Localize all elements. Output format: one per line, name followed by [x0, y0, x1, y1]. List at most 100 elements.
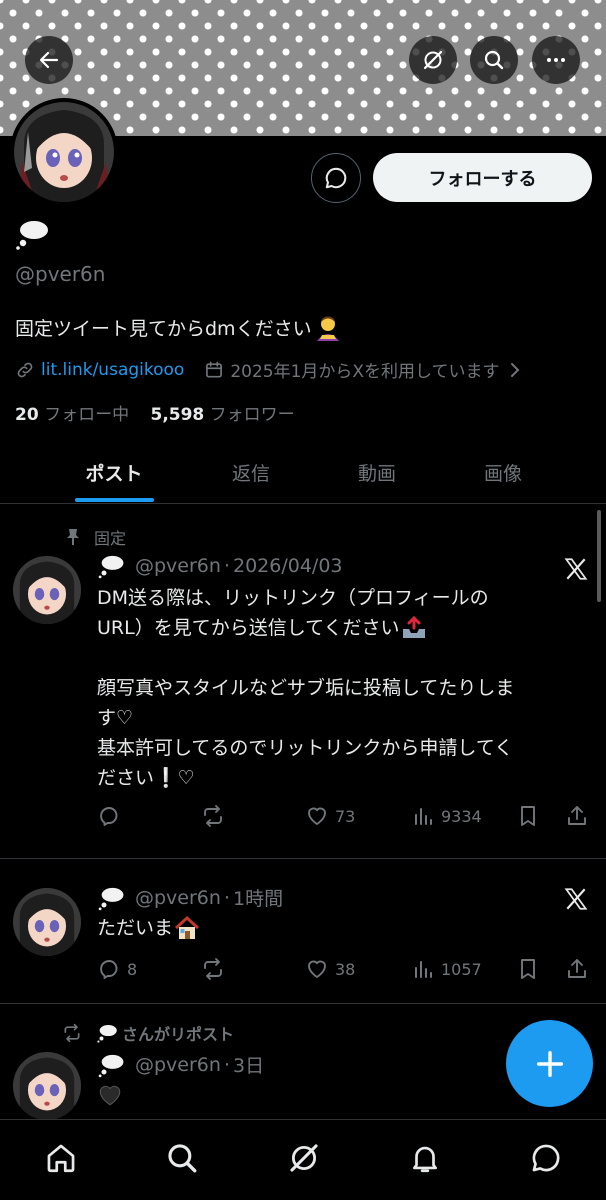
views-button[interactable]: 9334 [411, 801, 482, 831]
share-button[interactable] [565, 954, 589, 984]
grok-button[interactable] [409, 36, 457, 84]
views-icon [415, 808, 432, 825]
tweet-text: DM送る際は、リットリンク（プロフィールの URL）を見てから送信してください … [97, 587, 515, 789]
reply-icon [100, 960, 118, 979]
bookmark-button[interactable] [516, 801, 540, 831]
repost-icon [64, 1023, 80, 1043]
nav-home[interactable] [43, 1140, 79, 1176]
tweet-avatar[interactable] [13, 1052, 81, 1120]
chevron-right-icon[interactable] [508, 361, 522, 379]
pinned-label: 固定 [64, 525, 126, 549]
grok-icon [423, 50, 443, 70]
tweet-header: @pver6n · 3日 [97, 1051, 264, 1078]
bell-icon [413, 1146, 437, 1173]
bookmark-button[interactable] [516, 954, 540, 984]
x-logo-icon [564, 888, 588, 910]
nav-search[interactable] [164, 1140, 200, 1176]
link-icon [17, 362, 33, 377]
bio-text: 固定ツイート見てからdmください [15, 318, 312, 340]
heart-icon [308, 807, 326, 825]
profile-avatar[interactable] [10, 98, 118, 206]
tab-posts[interactable]: ポスト [51, 440, 177, 504]
display-name [14, 218, 54, 252]
follow-button[interactable]: フォローする [373, 153, 592, 202]
home-icon [47, 1144, 75, 1173]
tweet-avatar[interactable] [13, 556, 81, 624]
repost-context: さんがリポスト [62, 1021, 234, 1045]
grok-icon [290, 1144, 318, 1172]
profile-handle: @pver6n [15, 262, 106, 286]
heart-icon [308, 960, 326, 978]
pin-icon [67, 529, 79, 545]
tweet-time[interactable]: 2026/04/03 [233, 555, 343, 577]
bookmark-icon [521, 959, 535, 979]
following-link[interactable]: 20 フォロー中 [15, 405, 129, 425]
compose-button[interactable] [506, 1020, 593, 1107]
thought-bubble-icon [98, 887, 124, 910]
scrollbar[interactable] [597, 510, 601, 602]
more-icon [547, 58, 565, 62]
profile-tabs: ポスト 返信 動画 画像 [0, 440, 606, 504]
nav-notifications[interactable] [407, 1140, 443, 1176]
thought-bubble-icon [98, 1054, 124, 1077]
black-heart-icon [99, 1085, 121, 1106]
repost-button[interactable] [201, 801, 231, 831]
calendar-icon [204, 360, 224, 380]
plus-icon [536, 1050, 563, 1077]
share-button[interactable] [565, 801, 589, 831]
tweet-header: @pver6n · 2026/04/03 [97, 553, 343, 579]
tweet-time[interactable]: 3日 [233, 1051, 264, 1078]
like-button[interactable]: 38 [305, 954, 355, 984]
house-icon [175, 915, 200, 939]
repost-icon [204, 805, 222, 827]
tweet-text [97, 1082, 123, 1117]
tab-videos[interactable]: 動画 [314, 440, 440, 504]
repost-button[interactable] [201, 954, 231, 984]
reply-button[interactable] [97, 801, 127, 831]
bottom-nav [0, 1119, 606, 1200]
thought-bubble-icon [16, 221, 48, 250]
message-icon [532, 1144, 560, 1172]
share-icon [568, 959, 586, 978]
message-icon [325, 167, 347, 189]
tab-images[interactable]: 画像 [440, 440, 566, 504]
tweet-actions: 8 38 1057 [97, 954, 597, 984]
reply-icon [100, 807, 118, 826]
tweet-avatar[interactable] [13, 888, 81, 956]
tweet-actions: 73 9334 [97, 801, 597, 831]
views-icon [415, 961, 432, 978]
back-arrow-icon [39, 51, 59, 69]
tweet-handle[interactable]: @pver6n [135, 887, 221, 909]
nav-grok[interactable] [286, 1140, 322, 1176]
follow-counts: 20 フォロー中 5,598 フォロワー [15, 400, 295, 425]
tweet-handle[interactable]: @pver6n [135, 555, 221, 577]
tweet-text: ただいま [97, 913, 201, 943]
joined-date: 2025年1月からXを利用しています [230, 362, 500, 382]
tweet-time[interactable]: 1時間 [233, 884, 283, 911]
tab-replies[interactable]: 返信 [188, 440, 314, 504]
followers-link[interactable]: 5,598 フォロワー [150, 405, 294, 425]
search-button[interactable] [470, 36, 518, 84]
thought-bubble-icon [98, 555, 124, 579]
back-button[interactable] [25, 36, 73, 84]
reply-button[interactable]: 8 [97, 954, 137, 984]
search-icon [168, 1144, 197, 1173]
thought-bubble-icon [97, 1025, 117, 1043]
nav-messages[interactable] [528, 1140, 564, 1176]
message-button[interactable] [311, 153, 361, 203]
views-button[interactable]: 1057 [411, 954, 482, 984]
like-button[interactable]: 73 [305, 801, 355, 831]
bookmark-icon [521, 806, 535, 826]
active-tab-indicator [75, 498, 154, 502]
repost-icon [204, 958, 222, 980]
profile-meta: lit.link/usagikooo 2025年1月からXを利用しています [15, 357, 522, 382]
tweet-divider [0, 858, 606, 859]
tweet-divider [0, 1003, 606, 1004]
tweet-handle[interactable]: @pver6n [135, 1054, 221, 1076]
profile-link[interactable]: lit.link/usagikooo [41, 360, 184, 380]
more-button[interactable] [532, 36, 580, 84]
x-logo-icon [564, 558, 588, 580]
person-bowing-icon [316, 316, 339, 341]
outbox-tray-icon [402, 615, 425, 638]
search-icon [484, 50, 504, 70]
